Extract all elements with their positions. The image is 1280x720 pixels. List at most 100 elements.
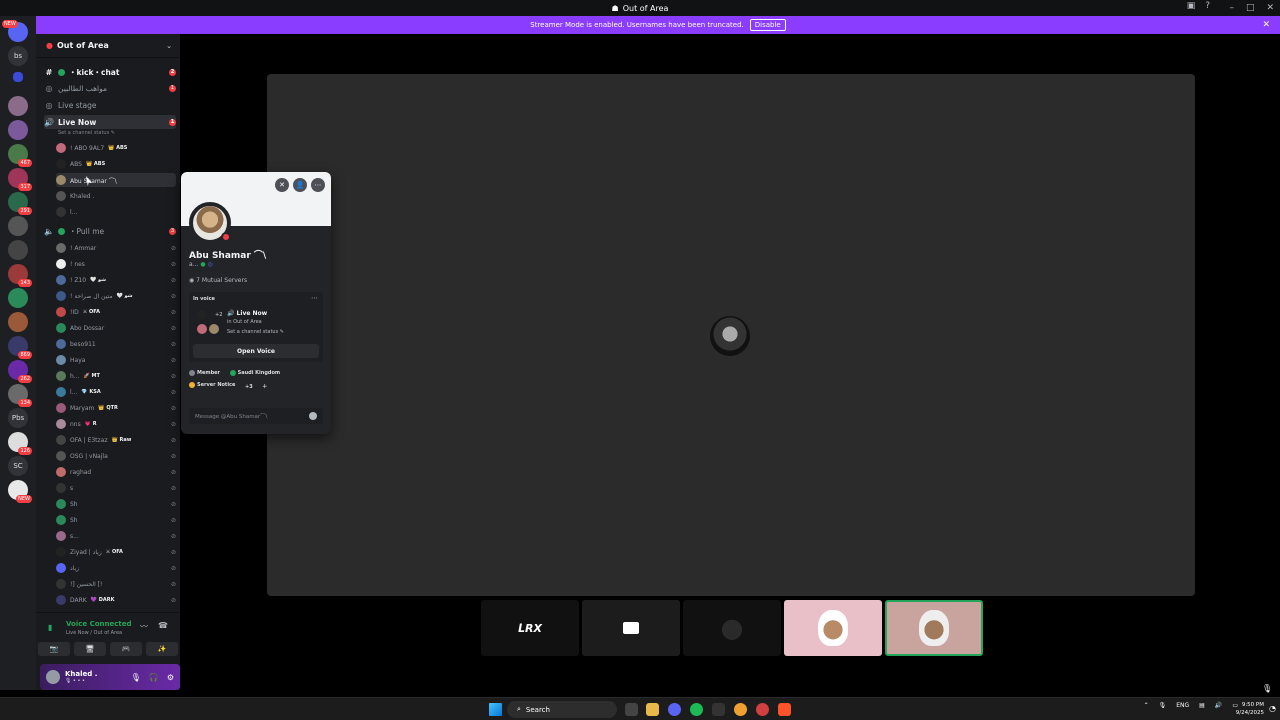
voice-user[interactable]: ! Z10 🤍 شو ⊘ <box>56 273 176 287</box>
voice-user[interactable]: h... 🚀 MT ⊘ <box>56 369 176 383</box>
notification-icon[interactable]: ◔ <box>1269 704 1276 713</box>
mutual-servers[interactable]: ◉ 7 Mutual Servers <box>189 277 247 284</box>
voice-user[interactable]: Sh ⊘ <box>56 497 176 511</box>
server-icon-9[interactable] <box>8 216 28 236</box>
more-roles[interactable]: +3 <box>245 384 253 390</box>
volume-icon[interactable]: 🔊 <box>1215 702 1222 709</box>
more-icon[interactable]: ⋯ <box>311 294 318 302</box>
chevron-up-icon[interactable]: ⌃ <box>1144 702 1149 709</box>
server-icon-10[interactable] <box>8 240 28 260</box>
voice-user[interactable]: Khaled . <box>56 189 176 203</box>
maximize-button[interactable]: □ <box>1246 3 1255 13</box>
voice-user[interactable]: ! ABO 9AL7 👑 ABS <box>56 141 176 155</box>
voice-user[interactable]: OSG | vNajla ⊘ <box>56 449 176 463</box>
voice-user[interactable]: Ziyad | زياد ⚔ OFA ⊘ <box>56 545 176 559</box>
app-icon[interactable] <box>712 703 725 716</box>
minimize-button[interactable]: – <box>1229 3 1234 13</box>
more-icon[interactable]: ⋯ <box>311 178 325 192</box>
voice-user[interactable]: ABS 👑 ABS <box>56 157 176 171</box>
server-icon-2[interactable]: bs <box>8 46 28 66</box>
open-voice-button[interactable]: Open Voice <box>193 344 319 358</box>
close-window-button[interactable]: ✕ <box>1266 3 1274 13</box>
voice-user[interactable]: OFA | E3tzaz 👑 Raw ⊘ <box>56 433 176 447</box>
task-view-icon[interactable] <box>625 703 638 716</box>
help-icon[interactable]: ? <box>1205 1 1210 11</box>
channel-live-stage[interactable]: ◎ Live stage <box>44 98 176 112</box>
server-icon-7[interactable]: 317 <box>8 168 32 191</box>
soundboard-button[interactable]: ✨ <box>146 642 178 656</box>
disconnect-icon[interactable]: ☎ <box>158 621 168 630</box>
camera-button[interactable]: 📷 <box>38 642 70 656</box>
participant-tile[interactable] <box>683 600 781 656</box>
windows-start-icon[interactable] <box>489 703 502 716</box>
add-friend-icon[interactable]: 👤 <box>293 178 307 192</box>
voice-user[interactable]: Abo Dossar ⊘ <box>56 321 176 335</box>
voice-user[interactable]: ! متين ال صراحة 🤍 شو ⊘ <box>56 289 176 303</box>
server-icon-17[interactable]: Pbs <box>8 408 28 428</box>
server-icon-19[interactable]: SC <box>8 456 28 476</box>
server-icon-15[interactable]: 262 <box>8 360 32 383</box>
server-icon-11[interactable]: 143 <box>8 264 32 287</box>
participant-tile-speaking[interactable] <box>885 600 983 656</box>
gear-icon[interactable]: ⚙ <box>167 673 174 682</box>
clock[interactable]: 9:50 PM 9/24/2025 <box>1236 701 1264 717</box>
voice-user[interactable]: raghad ⊘ <box>56 465 176 479</box>
app-icon[interactable] <box>734 703 747 716</box>
language-indicator[interactable]: ENG <box>1176 702 1189 709</box>
spotify-icon[interactable] <box>690 703 703 716</box>
role-pill[interactable]: Server Notice <box>189 382 235 388</box>
channel-stage-2[interactable]: ◎ مواهب الطالبين 1 <box>44 81 176 95</box>
voice-user[interactable]: Haya ⊘ <box>56 353 176 367</box>
server-icon-5[interactable] <box>8 120 28 140</box>
voice-user-selected[interactable]: Abu Shamar ⌒\ <box>56 173 176 187</box>
role-pill[interactable]: Saudi Kingdom <box>229 370 280 376</box>
participant-tile[interactable] <box>784 600 882 656</box>
emoji-icon[interactable] <box>309 412 317 420</box>
dm-message-input[interactable]: Message @Abu Shamar⌒\ <box>189 408 323 424</box>
voice-user[interactable]: Maryam 👑 QTR ⊘ <box>56 401 176 415</box>
headphones-icon[interactable]: 🎧 <box>149 673 159 682</box>
channel-live-now[interactable]: 🔊 Live Now 1 <box>44 115 176 129</box>
close-icon[interactable]: ✕ <box>275 178 289 192</box>
close-icon[interactable]: ✕ <box>1262 20 1270 30</box>
server-icon-14[interactable]: 869 <box>8 336 32 359</box>
voice-user[interactable]: l... 💎 KSA ⊘ <box>56 385 176 399</box>
server-icon-18[interactable]: 126 <box>8 432 32 455</box>
participant-tile[interactable] <box>582 600 680 656</box>
add-role-icon[interactable]: ＋ <box>262 383 267 390</box>
file-explorer-icon[interactable] <box>646 703 659 716</box>
voice-user[interactable]: beso911 ⊘ <box>56 337 176 351</box>
voice-user[interactable]: ! nes ⊘ <box>56 257 176 271</box>
voice-user[interactable]: زياد ⊘ <box>56 561 176 575</box>
voice-user[interactable]: s... ⊘ <box>56 529 176 543</box>
mic-icon[interactable]: 🎙 <box>1159 702 1167 709</box>
channel-pull-me[interactable]: 🔈 ・Pull me 3 <box>44 224 176 238</box>
voice-user[interactable]: Sh ⊘ <box>56 513 176 527</box>
channel-kick-chat[interactable]: # ・kick・chat 2 <box>44 65 176 79</box>
server-icon-6[interactable]: 467 <box>8 144 32 167</box>
server-icon-16[interactable]: 134 <box>8 384 32 407</box>
avatar[interactable] <box>46 670 60 684</box>
server-icon-4[interactable] <box>8 96 28 116</box>
inbox-icon[interactable]: ▣ <box>1187 1 1196 11</box>
taskbar-search[interactable]: ⌕ Search <box>507 701 617 718</box>
voice-location[interactable]: Live Now / Out of Area <box>66 630 122 636</box>
voice-status[interactable]: Voice Connected <box>66 620 132 628</box>
user-info[interactable]: Khaled . 🎙 • • • <box>65 670 97 684</box>
activity-button[interactable]: 🎮 <box>110 642 142 656</box>
app-icon[interactable] <box>756 703 769 716</box>
noise-suppression-icon[interactable]: 〰 <box>140 621 148 632</box>
server-header[interactable]: ● Out of Area ⌄ <box>36 34 180 58</box>
voice-user[interactable]: l... <box>56 205 176 219</box>
brave-icon[interactable] <box>778 703 791 716</box>
voice-user[interactable]: !] الحسين [! ⊘ <box>56 577 176 591</box>
role-pill[interactable]: Member <box>189 370 220 376</box>
disable-streamer-mode-button[interactable]: Disable <box>749 19 786 31</box>
server-icon-8[interactable]: 291 <box>8 192 32 215</box>
focused-video-tile[interactable] <box>267 74 1195 596</box>
voice-user[interactable]: s ⊘ <box>56 481 176 495</box>
server-icon-12[interactable] <box>8 288 28 308</box>
voice-user[interactable]: nns 💗 R ⊘ <box>56 417 176 431</box>
server-icon-1[interactable]: NEW <box>2 20 28 42</box>
server-icon-3[interactable] <box>13 72 23 82</box>
